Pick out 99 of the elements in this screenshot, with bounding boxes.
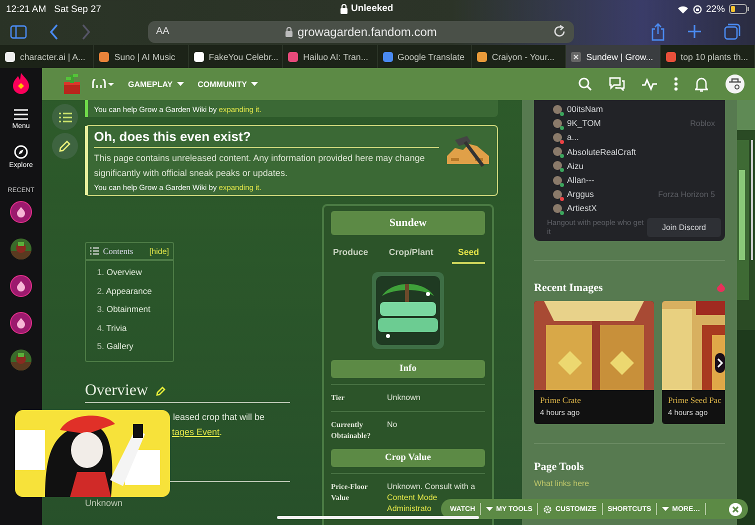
favicon-icon	[5, 52, 15, 62]
plant-pot-icon[interactable]	[62, 73, 82, 95]
value-text: Unknown	[85, 498, 124, 508]
contents-entry[interactable]: 5. Gallery	[97, 341, 173, 351]
list-icon	[58, 112, 72, 122]
infobox-section-title: Info	[331, 360, 485, 378]
moderator-link[interactable]: Administrato	[387, 503, 432, 514]
recent-wiki-icon[interactable]	[10, 201, 32, 223]
join-discord-button[interactable]: Join Discord	[646, 218, 721, 236]
pencil-icon[interactable]	[156, 386, 166, 396]
menu-icon[interactable]	[14, 109, 28, 120]
lock-icon	[285, 26, 294, 36]
recent-wiki-icon[interactable]	[10, 275, 32, 297]
nav-menu-button[interactable]: GAMEPLAY	[128, 80, 184, 88]
notice-text: This page contains unreleased content. Any information provided here may change significantly with official sneak peaks or updates.	[94, 152, 426, 180]
browser-tab[interactable]: Sundew | Grow...	[566, 45, 661, 68]
contents-entry[interactable]: 1. Overview	[97, 267, 173, 277]
member-name: Arggus	[567, 189, 594, 200]
table-of-contents-button[interactable]	[52, 104, 78, 130]
wiki-menu-button[interactable]	[92, 79, 114, 89]
recent-images-heading: Recent Images	[534, 282, 603, 294]
chat-bubbles-icon[interactable]	[609, 77, 625, 91]
member-name: a...	[567, 132, 579, 142]
recent-wiki-icon[interactable]	[10, 312, 32, 334]
infobox-title: Sundew	[331, 211, 485, 235]
battery-percent: 22%	[706, 4, 725, 14]
contents-entry[interactable]: 4. Trivia	[97, 322, 173, 332]
field-value: Unknown	[387, 392, 420, 403]
address-bar[interactable]: AA growagarden.fandom.com	[148, 20, 574, 42]
bell-icon[interactable]	[695, 76, 708, 92]
wifi-icon	[676, 4, 689, 14]
chevron-right-icon	[717, 358, 723, 368]
section-heading: Overview	[85, 382, 148, 400]
favicon-icon	[288, 52, 298, 62]
share-button[interactable]	[651, 22, 665, 40]
contents-title: Contents	[103, 246, 134, 256]
more-options-icon[interactable]	[674, 77, 678, 91]
member-name: AbsoluteRealCraft	[567, 146, 636, 157]
favicon-icon	[476, 52, 487, 62]
member-name: 00itsNam	[567, 104, 603, 114]
flame-logo-icon[interactable]	[12, 72, 30, 94]
url-text: growagarden.fandom.com	[297, 24, 437, 38]
infobox-tab[interactable]: Crop/Plant	[386, 243, 436, 264]
paragraph-text: leased crop that will be	[172, 412, 266, 422]
member-name: 9K_TOM	[567, 118, 601, 128]
infobox-tab[interactable]: Seed	[452, 243, 485, 264]
event-link[interactable]: tages Event	[172, 427, 220, 437]
close-icon[interactable]	[729, 502, 742, 516]
member-activity: Roblox	[690, 118, 715, 128]
lock-icon	[340, 4, 348, 14]
caret-icon	[250, 82, 258, 86]
edit-button[interactable]	[52, 133, 78, 159]
list-icon	[90, 247, 99, 255]
compass-icon[interactable]	[14, 145, 28, 159]
notice-title: Oh, does this even exist?	[94, 129, 439, 148]
nav-menu-button[interactable]: COMMUNITY	[198, 80, 258, 88]
flame-icon	[717, 283, 725, 292]
pencil-icon	[59, 140, 71, 152]
moderator-link[interactable]: Content Mode	[387, 492, 438, 503]
back-button[interactable]	[49, 24, 59, 40]
infobox-tab[interactable]: Produce	[331, 243, 370, 264]
clock-time: 12:21 AM	[6, 4, 46, 14]
favicon-icon	[99, 52, 110, 62]
search-icon[interactable]	[578, 77, 592, 91]
image-title: Prime Seed Pac	[668, 394, 722, 404]
page-tools-heading: Page Tools	[534, 460, 585, 472]
activity-icon[interactable]	[642, 78, 657, 90]
punctuation-text: .	[220, 427, 222, 437]
battery-icon	[729, 4, 749, 14]
contents-entry[interactable]: 3. Obtainment	[97, 304, 173, 314]
contents-entry[interactable]: 2. Appearance	[97, 286, 173, 296]
member-activity: Forza Horizon 5	[658, 190, 715, 199]
favicon-icon	[194, 52, 204, 62]
caret-icon	[662, 507, 670, 511]
hide-link[interactable]: [hide]	[149, 246, 169, 256]
infobox-section-title: Crop Value	[331, 449, 485, 467]
sidebar-button[interactable]	[10, 24, 27, 38]
text-size-button[interactable]: AA	[156, 26, 170, 37]
rotation-lock-icon	[692, 4, 702, 14]
field-value: Unknown. Consult with a	[387, 481, 476, 492]
favicon-icon	[666, 52, 676, 62]
hammer-bricks-icon	[445, 134, 491, 170]
close-icon[interactable]	[571, 52, 582, 62]
field-value: No	[387, 419, 398, 430]
caret-icon	[486, 507, 494, 511]
new-tab-button[interactable]	[687, 24, 702, 39]
tabs-overview-button[interactable]	[724, 23, 741, 40]
caret-icon	[176, 82, 184, 86]
next-button[interactable]	[715, 352, 725, 372]
date-text: Sat Sep 27	[54, 4, 102, 14]
gear-icon	[543, 504, 552, 514]
image-title: Prime Crate	[540, 394, 582, 404]
member-name: Allan---	[567, 175, 594, 186]
avatar-icon[interactable]	[725, 74, 745, 94]
reload-icon[interactable]	[553, 25, 566, 38]
member-name: Aizu	[567, 160, 584, 171]
member-name: ArtiestX	[567, 203, 597, 214]
favicon-icon	[382, 52, 392, 62]
page-status-title: Unleeked	[351, 3, 394, 14]
